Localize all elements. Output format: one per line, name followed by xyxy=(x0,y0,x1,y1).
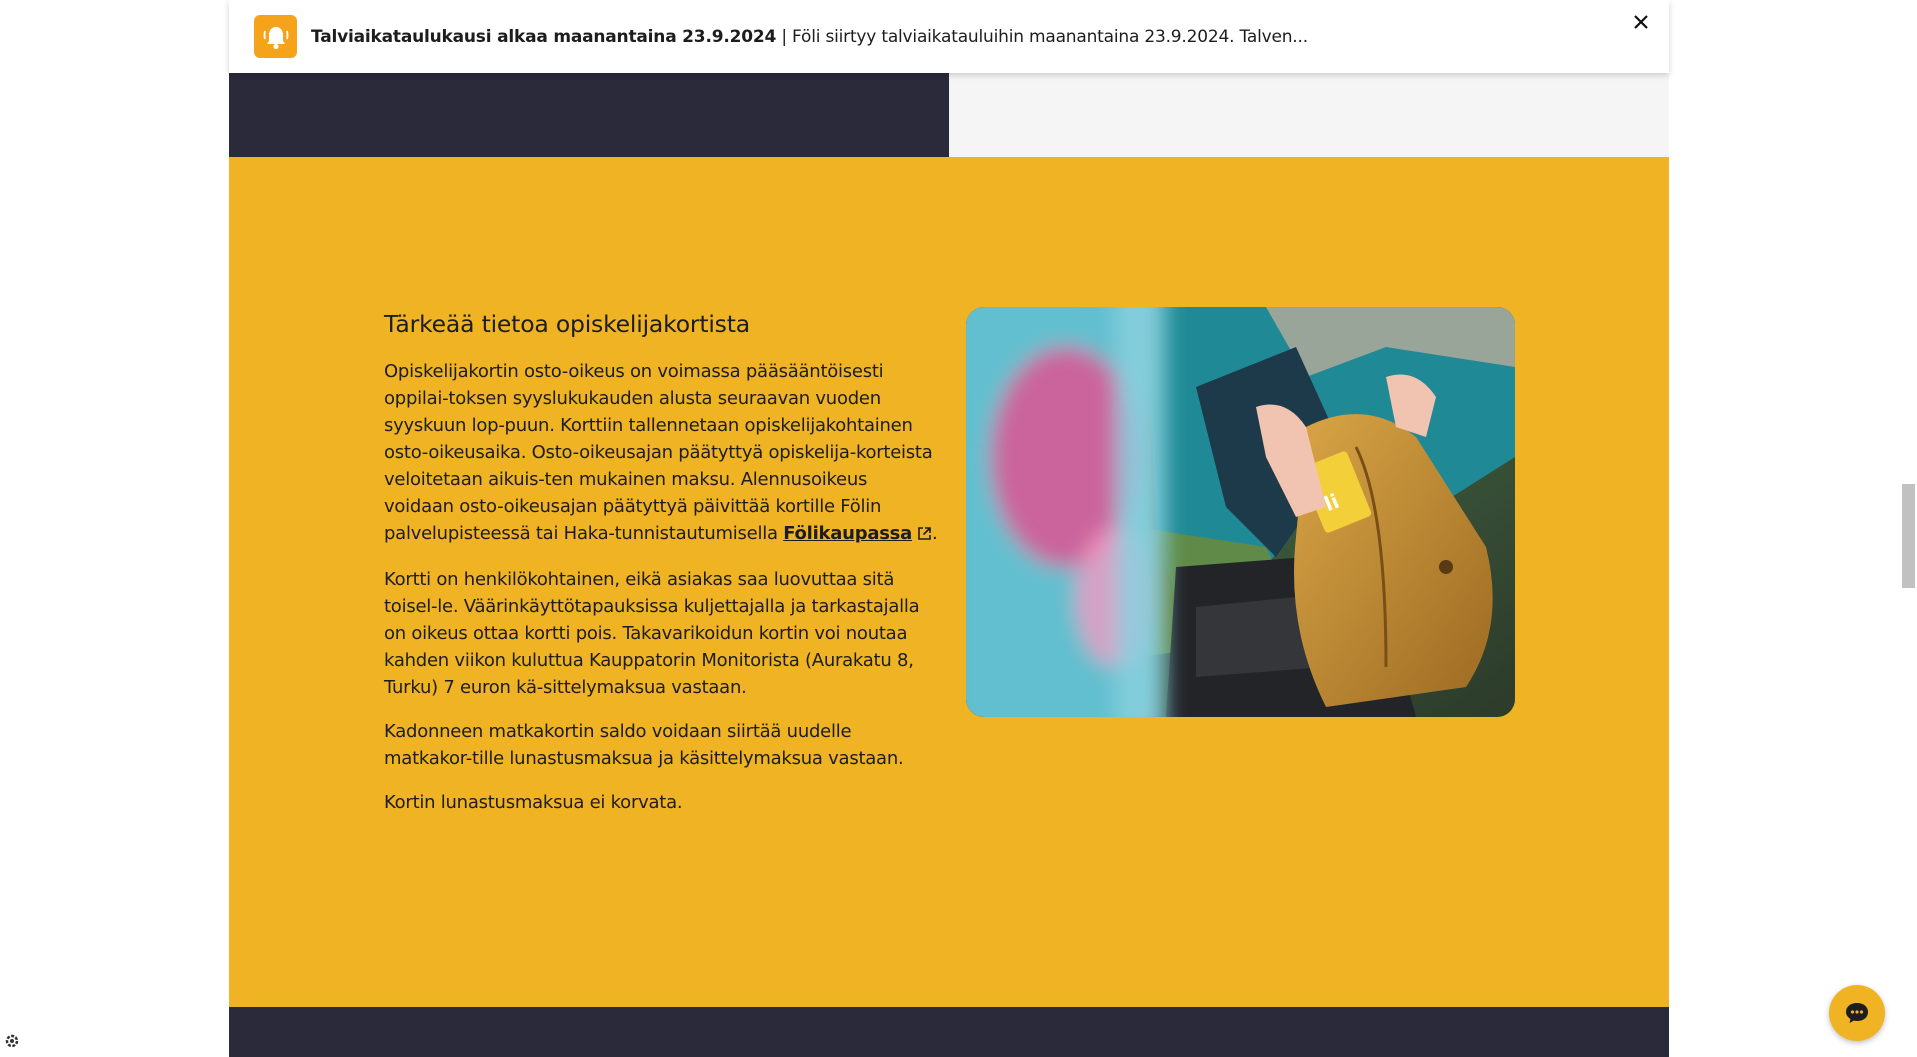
article-paragraph-4: Kortin lunastusmaksua ei korvata. xyxy=(384,792,683,813)
bell-icon xyxy=(254,15,297,58)
article-text: Tärkeää tietoa opiskelijakortista Opiske… xyxy=(384,308,939,833)
scrollbar-thumb[interactable] xyxy=(1902,484,1915,588)
gear-icon[interactable] xyxy=(3,1032,21,1050)
chat-bubble-icon xyxy=(1846,1003,1868,1023)
article-paragraph-1: Opiskelijakortin osto-oikeus on voimassa… xyxy=(384,358,939,549)
article-heading: Tärkeää tietoa opiskelijakortista xyxy=(384,310,750,338)
article-paragraph-3: Kadonneen matkakortin saldo voidaan siir… xyxy=(384,721,904,769)
chat-button[interactable] xyxy=(1829,985,1885,1041)
paragraph-1-text: Opiskelijakortin osto-oikeus on voimassa… xyxy=(384,361,933,544)
student-card-section: Tärkeää tietoa opiskelijakortista Opiske… xyxy=(229,157,1669,1007)
folikauppa-link[interactable]: Fölikaupassa xyxy=(783,523,912,544)
notification-title: Talviaikataulukausi alkaa maanantaina 23… xyxy=(311,26,777,47)
notification-body: Föli siirtyy talviaikatauluihin maananta… xyxy=(792,26,1308,47)
student-backpack-photo: li xyxy=(966,307,1515,717)
page-scrollbar[interactable] xyxy=(1900,0,1917,1057)
article-paragraph-2: Kortti on henkilökohtainen, eikä asiakas… xyxy=(384,569,920,698)
external-link-icon xyxy=(917,522,932,549)
close-icon[interactable] xyxy=(1627,8,1655,36)
footer-band xyxy=(229,1007,1669,1057)
page: Tärkeää tietoa opiskelijakortista Opiske… xyxy=(229,0,1669,1057)
notification-separator: | xyxy=(776,26,793,47)
notification-text[interactable]: Talviaikataulukausi alkaa maanantaina 23… xyxy=(311,27,1308,47)
folikauppa-link-label: Fölikaupassa xyxy=(783,523,913,544)
paragraph-1-end: . xyxy=(932,523,938,544)
notification-bar[interactable]: Talviaikataulukausi alkaa maanantaina 23… xyxy=(229,0,1669,73)
